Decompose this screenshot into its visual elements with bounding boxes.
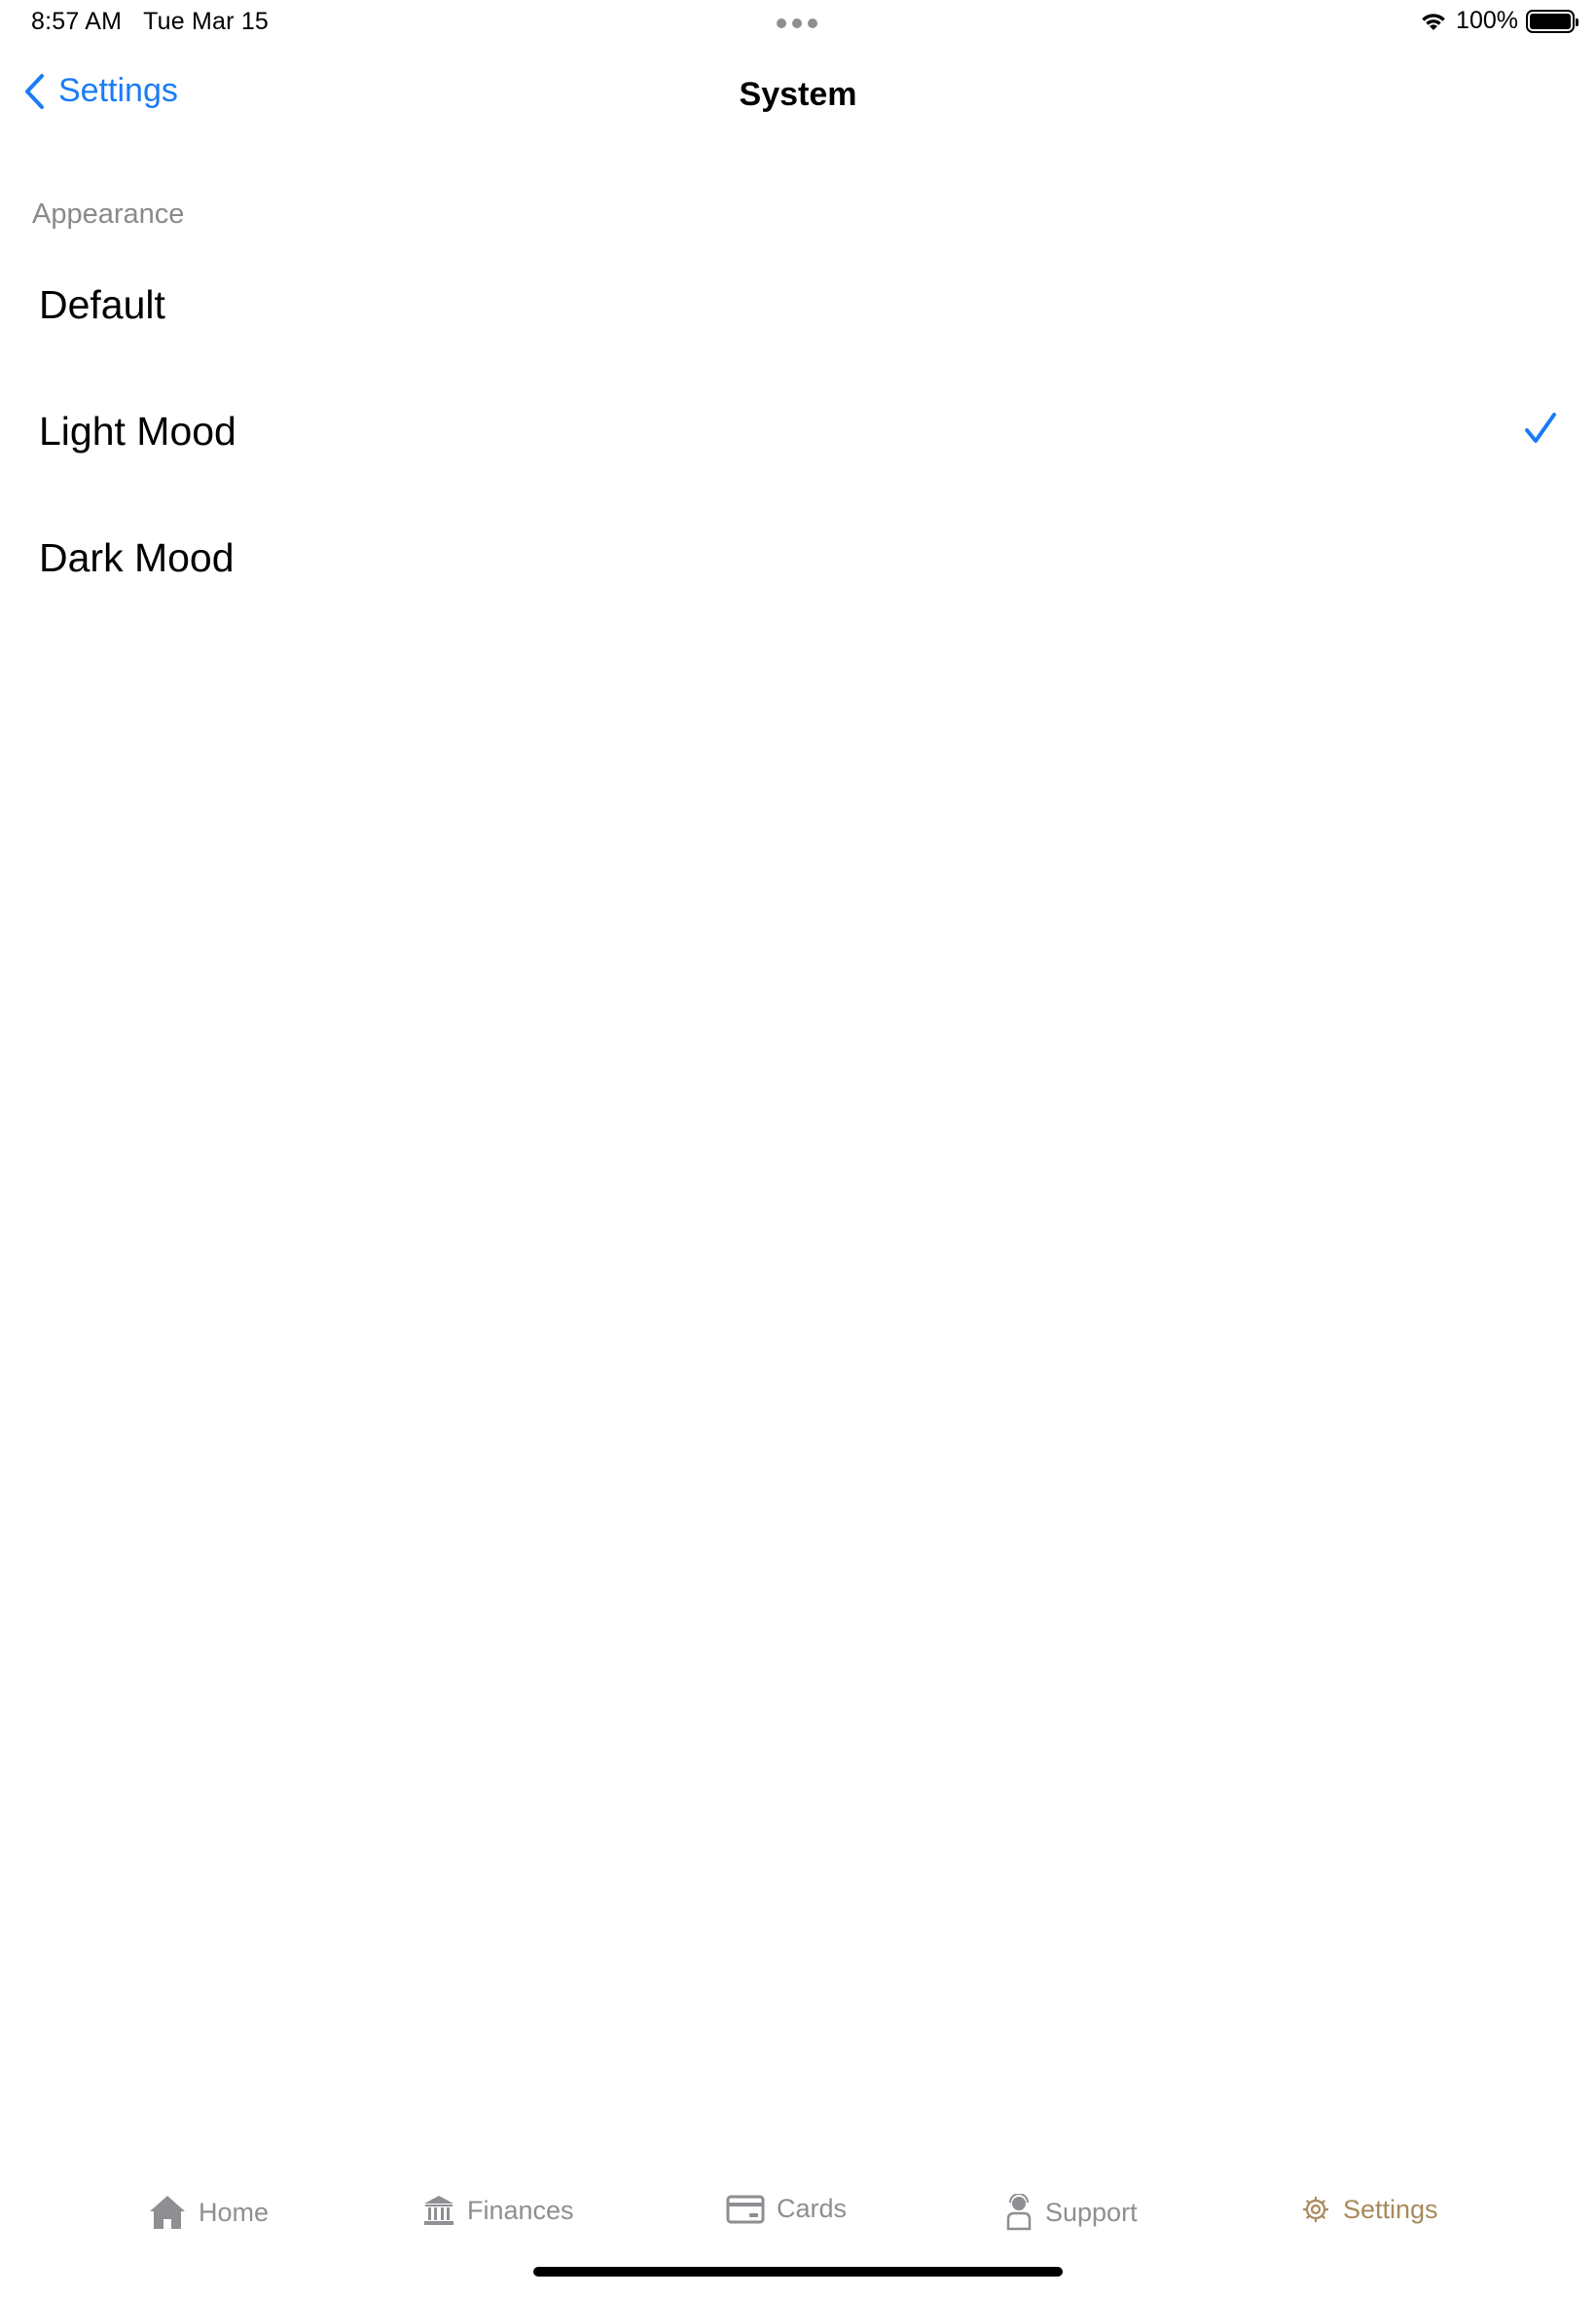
option-label: Light Mood (39, 408, 236, 454)
home-indicator[interactable] (533, 2267, 1063, 2277)
tab-label: Home (199, 2197, 270, 2227)
tab-settings[interactable]: Settings (1300, 2194, 1438, 2225)
checkmark-icon (1525, 413, 1556, 443)
tab-label: Cards (777, 2194, 848, 2223)
status-right: 100% (1419, 7, 1578, 35)
screen: 8:57 AM Tue Mar 15 100% Settings System (0, 0, 1596, 2297)
tab-finances[interactable]: Finances (422, 2194, 574, 2227)
option-row-default[interactable]: Default (0, 241, 1596, 368)
tab-home[interactable]: Home (148, 2194, 269, 2231)
wifi-icon (1422, 13, 1445, 30)
option-label: Dark Mood (39, 534, 235, 580)
navigation-bar: Settings System (0, 58, 1596, 136)
status-time: 8:57 AM (31, 8, 123, 35)
status-left: 8:57 AM Tue Mar 15 (31, 8, 269, 36)
gear-icon (1303, 2197, 1328, 2222)
house-icon (150, 2196, 185, 2229)
tab-label: Finances (467, 2195, 574, 2225)
option-row-light-mood[interactable]: Light Mood (0, 368, 1596, 494)
support-agent-icon (1006, 2194, 1032, 2231)
battery-fill (1530, 13, 1571, 29)
credit-card-icon (726, 2195, 765, 2223)
tab-cards[interactable]: Cards (726, 2194, 847, 2224)
tab-bar: Home Finances Cards Support Settings (0, 2180, 1596, 2268)
option-row-dark-mood[interactable]: Dark Mood (0, 494, 1596, 621)
status-date: Tue Mar 15 (143, 8, 270, 35)
bank-icon (424, 2196, 453, 2225)
page-title: System (739, 76, 857, 113)
tab-label: Settings (1343, 2194, 1438, 2224)
status-bar: 8:57 AM Tue Mar 15 100% (0, 0, 1596, 47)
section-header-appearance: Appearance (32, 199, 185, 230)
option-label: Default (39, 281, 165, 327)
tab-label: Support (1045, 2197, 1138, 2227)
multitasking-dots-icon[interactable] (777, 18, 817, 28)
tab-support[interactable]: Support (1004, 2194, 1138, 2231)
battery-percentage: 100% (1456, 7, 1518, 34)
battery-icon (1526, 9, 1578, 33)
